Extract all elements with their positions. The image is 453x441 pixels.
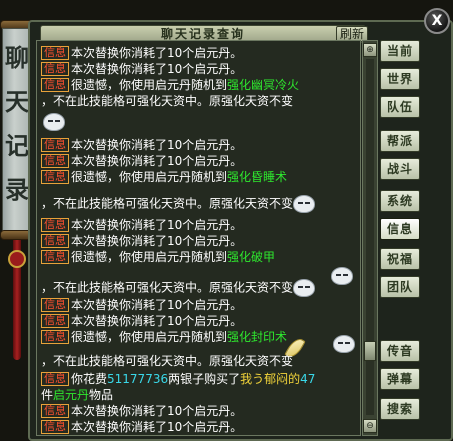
info-tag[interactable]: 信息 bbox=[41, 404, 69, 418]
message-line: 信息 本次替换你消耗了10个启元丹。 bbox=[41, 313, 360, 329]
info-tag[interactable]: 信息 bbox=[41, 78, 69, 92]
message-line: ，不在此技能格可强化天资中。原强化天资不变 bbox=[41, 195, 360, 213]
info-tag[interactable]: 信息 bbox=[41, 314, 69, 328]
channel-tab-blessing[interactable]: 祝福 bbox=[380, 248, 420, 270]
message-line: 信息 本次替换你消耗了10个启元丹。 bbox=[41, 45, 360, 61]
info-tag[interactable]: 信息 bbox=[41, 298, 69, 312]
close-button[interactable]: X bbox=[424, 8, 450, 34]
message-line: 信息 本次替换你消耗了10个启元丹。 bbox=[41, 419, 360, 435]
channel-tab-info[interactable]: 信息 bbox=[380, 218, 420, 240]
channel-tab-group[interactable]: 团队 bbox=[380, 276, 420, 298]
info-tag[interactable]: 信息 bbox=[41, 154, 69, 168]
channel-tab-battle[interactable]: 战斗 bbox=[380, 158, 420, 180]
money-amount: 51177736 bbox=[107, 372, 169, 386]
message-line: 信息 本次替换你消耗了10个启元丹。 bbox=[41, 153, 360, 169]
channel-tab-team[interactable]: 队伍 bbox=[380, 96, 420, 118]
message-line: 信息 本次替换你消耗了10个启元丹。 bbox=[41, 137, 360, 153]
scroll-up-icon[interactable]: ⊕ bbox=[363, 43, 377, 57]
skill-name: 强化昏睡术 bbox=[227, 170, 288, 184]
emoticon-icon bbox=[43, 113, 65, 131]
message-line: 信息 很遗憾，你使用启元丹随机到强化破甲 bbox=[41, 249, 360, 265]
info-tag[interactable]: 信息 bbox=[41, 46, 69, 60]
message-line: ，不在此技能格可强化天资中。原强化天资不变 bbox=[41, 354, 294, 368]
message-line: 信息 你花费51177736两银子购买了我う郁闷的47 bbox=[41, 371, 360, 387]
scroll-thumb[interactable] bbox=[364, 341, 376, 361]
channel-tab-whisper[interactable]: 传音 bbox=[380, 340, 420, 362]
message-line: 信息 很遗憾，你使用启元丹随机到强化封印术 bbox=[41, 329, 360, 345]
message-line: 信息 本次替换你消耗了10个启元丹。 bbox=[41, 233, 360, 249]
info-tag[interactable]: 信息 bbox=[41, 372, 69, 386]
info-tag[interactable]: 信息 bbox=[41, 420, 69, 434]
emoticon-icon bbox=[293, 195, 316, 213]
info-tag[interactable]: 信息 bbox=[41, 250, 69, 264]
message-line: 信息 本次替换你消耗了10个启元丹。 bbox=[41, 217, 360, 233]
channel-tab-guild[interactable]: 帮派 bbox=[380, 130, 420, 152]
skill-name: 强化封印术 bbox=[227, 330, 288, 344]
message-scrollbar[interactable]: ⊕ ⊖ bbox=[362, 40, 378, 436]
channel-tab-system[interactable]: 系统 bbox=[380, 190, 420, 212]
message-line: 信息 本次替换你消耗了10个启元丹。 bbox=[41, 403, 360, 419]
channel-tab-current[interactable]: 当前 bbox=[380, 40, 420, 62]
info-tag[interactable]: 信息 bbox=[41, 62, 69, 76]
channel-tab-world[interactable]: 世界 bbox=[380, 68, 420, 90]
message-line: ，不在此技能格可强化天资中。原强化天资不变 bbox=[41, 279, 360, 297]
info-tag[interactable]: 信息 bbox=[41, 138, 69, 152]
seller-name[interactable]: 我う郁闷的 bbox=[240, 372, 300, 386]
info-tag[interactable]: 信息 bbox=[41, 218, 69, 232]
info-tag[interactable]: 信息 bbox=[41, 234, 69, 248]
emoticon-icon bbox=[333, 335, 355, 353]
message-line: 信息 本次替换你消耗了10个启元丹。 bbox=[41, 297, 360, 313]
emoticon-icon bbox=[293, 279, 316, 297]
scroll-down-icon[interactable]: ⊖ bbox=[363, 419, 377, 433]
skill-name: 强化幽冥冷火 bbox=[227, 78, 300, 92]
message-line: 信息 很遗憾，你使用启元丹随机到强化昏睡术 bbox=[41, 169, 360, 185]
info-tag[interactable]: 信息 bbox=[41, 330, 69, 344]
scroll-track[interactable] bbox=[366, 59, 374, 415]
message-line: 信息 很遗憾，你使用启元丹随机到强化幽冥冷火 bbox=[41, 77, 360, 93]
channel-tab-danmaku[interactable]: 弹幕 bbox=[380, 368, 420, 390]
search-button[interactable]: 搜索 bbox=[380, 398, 420, 420]
message-line: 信息 本次替换你消耗了10个启元丹。 bbox=[41, 61, 360, 77]
item-name[interactable]: 启元丹 bbox=[53, 388, 89, 402]
message-line: ，不在此技能格可强化天资中。原强化天资不变 bbox=[41, 94, 294, 108]
message-line: 件启元丹物品 bbox=[41, 388, 114, 402]
knot-icon bbox=[8, 250, 26, 268]
info-tag[interactable]: 信息 bbox=[41, 170, 69, 184]
skill-name: 强化破甲 bbox=[227, 250, 276, 264]
message-log: 信息 本次替换你消耗了10个启元丹。 信息 本次替换你消耗了10个启元丹。 信息 很遗… bbox=[36, 40, 361, 436]
item-count: 47 bbox=[300, 372, 316, 386]
